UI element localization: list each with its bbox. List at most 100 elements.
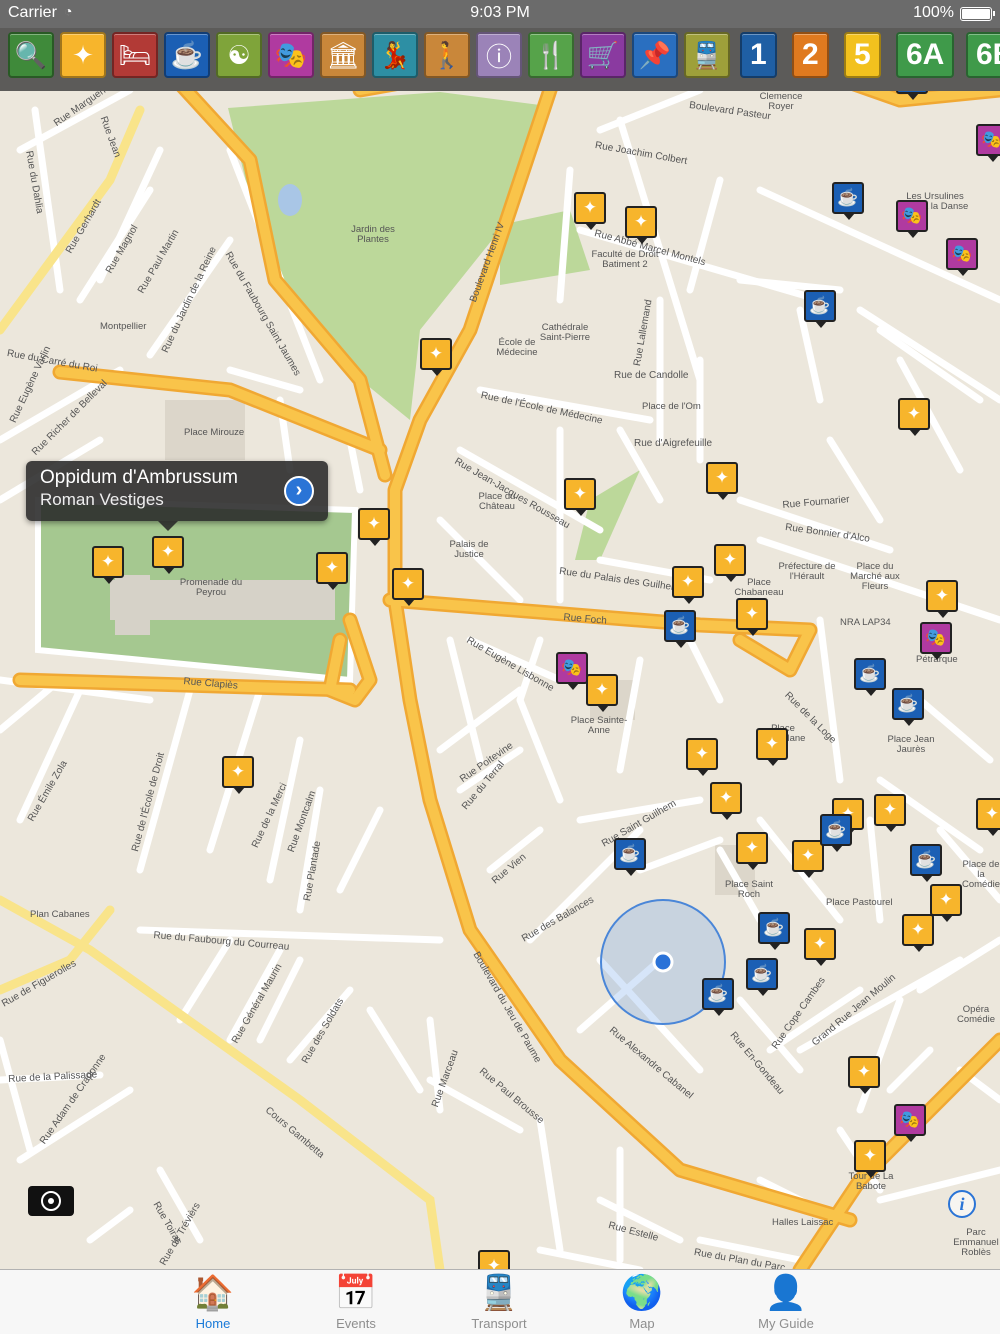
highlight-pin-icon[interactable]: ✦ (686, 738, 718, 776)
museums-category-button[interactable]: 🏛 (320, 32, 366, 78)
tab-my-guide[interactable]: 👤 My Guide (726, 1270, 846, 1334)
highlight-pin-icon[interactable]: ✦ (574, 192, 606, 230)
tab-map[interactable]: 🌍 Map (582, 1270, 702, 1334)
highlights-icon: ✦ (72, 39, 94, 70)
highlight-pin-icon[interactable]: ✦ (92, 546, 124, 584)
highlight-pin-icon[interactable]: ✦ (874, 794, 906, 832)
info-icon: ⓘ (485, 41, 512, 72)
highlight-pin-icon[interactable]: ✦ (902, 914, 934, 952)
highlight-pin-icon[interactable]: ✦ (586, 674, 618, 712)
highlight-pin-icon[interactable]: ✦ (926, 580, 958, 618)
restaurants-icon: 🍴 (534, 39, 568, 70)
highlight-pin-icon[interactable]: ✦ (625, 206, 657, 244)
tram-line-1-button[interactable]: 1 (740, 32, 777, 78)
place-label: Faculté de Droit Batiment 2 (591, 249, 659, 270)
highlight-pin-icon[interactable]: ✦ (672, 566, 704, 604)
tab-bar: 🏠 Home 📅 Events 🚆 Transport 🌍 Map 👤 My Guide (0, 1269, 1000, 1334)
tram-line-5-button[interactable]: 5 (844, 32, 881, 78)
highlight-pin-icon[interactable]: ✦ (898, 398, 930, 436)
tab-label: Home (195, 1316, 231, 1331)
highlight-pin-icon[interactable]: ✦ (392, 568, 424, 606)
theater-pin-icon[interactable]: 🎭 (946, 238, 978, 276)
cafe-pin-icon[interactable]: ☕ (832, 182, 864, 220)
map-icon: 🌍 (620, 1274, 664, 1312)
place-label: Gaston Clemence Royer (759, 91, 803, 112)
highlight-pin-icon[interactable]: ✦ (756, 728, 788, 766)
cafe-pin-icon[interactable]: ☕ (746, 958, 778, 996)
cafe-pin-icon[interactable]: ☕ (820, 814, 852, 852)
highlight-pin-icon[interactable]: ✦ (316, 552, 348, 590)
cafe-pin-icon[interactable]: ☕ (614, 838, 646, 876)
cafe-pin-icon[interactable]: ☕ (896, 91, 928, 100)
info-category-button[interactable]: ⓘ (476, 32, 522, 78)
tram-category-button[interactable]: 🚆 (684, 32, 730, 78)
highlight-pin-icon[interactable]: ✦ (804, 928, 836, 966)
cafe-pin-icon[interactable]: ☕ (804, 290, 836, 328)
highlights-category-button[interactable]: ✦ (60, 32, 106, 78)
highlight-pin-icon[interactable]: ✦ (854, 1140, 886, 1178)
highlight-pin-icon[interactable]: ✦ (222, 756, 254, 794)
chevron-right-icon[interactable]: › (284, 476, 314, 506)
battery-icon (960, 7, 995, 21)
highlight-pin-icon[interactable]: ✦ (420, 338, 452, 376)
cafe-pin-icon[interactable]: ☕ (892, 688, 924, 726)
theater-pin-icon[interactable]: 🎭 (894, 1104, 926, 1142)
map-view[interactable]: Rue Marguerite Rue Jean Rue du Dahlia Rue G… (0, 91, 1000, 1269)
cafe-pin-icon[interactable]: ☕ (910, 844, 942, 882)
theater-category-button[interactable]: 🎭 (268, 32, 314, 78)
cafe-pin-icon[interactable]: ☕ (854, 658, 886, 696)
theater-pin-icon[interactable]: 🎭 (556, 652, 588, 690)
tram-line-2-button[interactable]: 2 (792, 32, 829, 78)
place-label: Place du Château (478, 491, 516, 512)
wellness-category-button[interactable]: ☯ (216, 32, 262, 78)
highlight-pin-icon[interactable]: ✦ (930, 884, 962, 922)
highlight-pin-icon[interactable]: ✦ (976, 798, 1000, 836)
shopping-category-button[interactable]: 🛒 (580, 32, 626, 78)
hiking-category-button[interactable]: 🚶 (424, 32, 470, 78)
highlight-pin-icon[interactable]: ✦ (710, 782, 742, 820)
highlight-pin-icon[interactable]: ✦ (736, 598, 768, 636)
tab-label: My Guide (758, 1316, 814, 1331)
theater-pin-icon[interactable]: 🎭 (920, 622, 952, 660)
cafe-pin-icon[interactable]: ☕ (758, 912, 790, 950)
info-icon[interactable]: i (948, 1190, 976, 1218)
crosshair-icon (41, 1191, 61, 1211)
cafes-category-button[interactable]: ☕ (164, 32, 210, 78)
battery-percent: 100% (913, 4, 954, 21)
tab-events[interactable]: 📅 Events (296, 1270, 416, 1334)
place-label: Place Jean Jaurès (887, 734, 935, 755)
clock: 9:03 PM (470, 4, 530, 21)
highlight-pin-icon[interactable]: ✦ (714, 544, 746, 582)
highlight-pin-icon[interactable]: ✦ (706, 462, 738, 500)
nightlife-category-button[interactable]: 💃 (372, 32, 418, 78)
highlight-pin-icon[interactable]: ✦ (736, 832, 768, 870)
pins-category-button[interactable]: 📌 (632, 32, 678, 78)
highlight-pin-icon[interactable]: ✦ (564, 478, 596, 516)
tram-line-6a-button[interactable]: 6A (896, 32, 955, 78)
highlight-pin-icon[interactable]: ✦ (792, 840, 824, 878)
place-label: Plan Cabanes (30, 909, 90, 920)
highlight-pin-icon[interactable]: ✦ (152, 536, 184, 574)
highlight-pin-icon[interactable]: ✦ (358, 508, 390, 546)
highlight-pin-icon[interactable]: ✦ (478, 1250, 510, 1269)
restaurants-category-button[interactable]: 🍴 (528, 32, 574, 78)
theater-pin-icon[interactable]: 🎭 (976, 124, 1000, 162)
place-label: Place Sainte-Anne (570, 715, 628, 736)
tram-line-6b-button[interactable]: 6B (966, 32, 1000, 78)
highlight-pin-icon[interactable]: ✦ (848, 1056, 880, 1094)
search-category-button[interactable]: 🔍 (8, 32, 54, 78)
tab-transport[interactable]: 🚆 Transport (439, 1270, 559, 1334)
cafe-pin-icon[interactable]: ☕ (702, 978, 734, 1016)
search-icon: 🔍 (14, 39, 48, 70)
home-icon: 🏠 (191, 1274, 235, 1312)
place-label: Opéra Comédie (956, 1004, 996, 1025)
tab-home[interactable]: 🏠 Home (153, 1270, 273, 1334)
hiking-icon: 🚶 (430, 39, 464, 70)
wellness-icon: ☯ (227, 39, 251, 70)
locate-me-button[interactable] (28, 1186, 74, 1216)
cafe-pin-icon[interactable]: ☕ (664, 610, 696, 648)
lodging-category-button[interactable]: 🛏 (112, 32, 158, 78)
theater-pin-icon[interactable]: 🎭 (896, 200, 928, 238)
poi-callout[interactable]: Oppidum d'Ambrussum Roman Vestiges › (26, 461, 328, 531)
callout-title: Oppidum d'Ambrussum (40, 467, 238, 488)
